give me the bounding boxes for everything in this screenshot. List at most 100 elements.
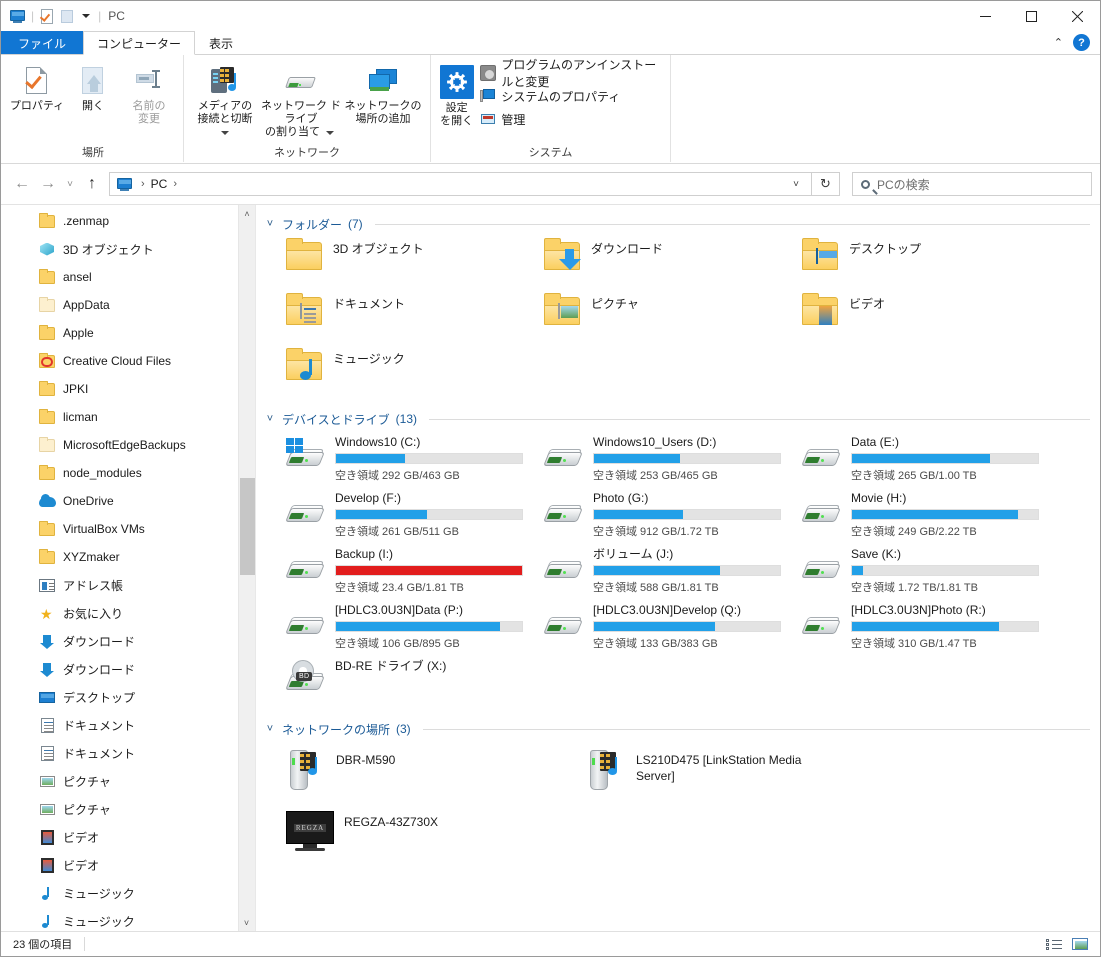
sidebar-item-19[interactable]: ドキュメント [1,739,255,767]
sidebar-item-22[interactable]: ビデオ [1,823,255,851]
media-connect-button[interactable]: メディアの 接続と切断 [190,59,260,139]
help-icon[interactable]: ? [1073,34,1090,51]
large-icons-view-button[interactable] [1068,934,1092,954]
system-properties-item[interactable]: システムのプロパティ [480,86,664,106]
drive-tile[interactable]: ボリューム (J:) 空き領域 588 GB/1.81 TB [522,542,781,598]
drive-tile[interactable]: Save (K:) 空き領域 1.72 TB/1.81 TB [780,542,1039,598]
drive-tile[interactable]: BD BD-RE ドライブ (X:) [264,654,522,710]
sidebar-item-3[interactable]: AppData [1,291,255,319]
refresh-button[interactable]: ↻ [812,172,840,196]
add-network-location-label-1: ネットワークの [344,100,422,112]
breadcrumb-bar[interactable]: › PC › ˅ [109,172,812,196]
folder-tile[interactable]: ダウンロード [522,235,780,290]
rename-button[interactable]: 名前の 変更 [121,59,177,126]
properties-icon[interactable] [39,8,56,25]
map-network-drive-button[interactable]: ネットワーク ドライブ の割り当て [260,59,342,139]
pc-icon[interactable] [9,8,26,25]
sidebar-item-2[interactable]: ansel [1,263,255,291]
group-header-network[interactable]: ˅ ネットワークの場所 (3) [264,718,1090,740]
open-button[interactable]: 開く [65,59,121,113]
group-header-drives[interactable]: ˅ デバイスとドライブ (13) [264,408,1090,430]
sidebar-item-6[interactable]: JPKI [1,375,255,403]
search-icon [861,179,870,189]
manage-item[interactable]: 管理 [480,109,664,129]
breadcrumb-pc[interactable]: PC [149,177,170,191]
sidebar-item-0[interactable]: .zenmap [1,207,255,235]
sidebar-item-16[interactable]: ダウンロード [1,655,255,683]
sidebar-item-17[interactable]: デスクトップ [1,683,255,711]
breadcrumb-separator-1[interactable]: › [137,178,149,190]
nav-scroll-down-button[interactable]: ˅ [239,914,254,931]
folder-tile[interactable]: デスクトップ [780,235,1038,290]
sidebar-item-7[interactable]: licman [1,403,255,431]
network-location-tile[interactable]: LS210D475 [LinkStation Media Server] [564,744,864,806]
sidebar-item-1[interactable]: 3D オブジェクト [1,235,255,263]
nav-scroll-thumb[interactable] [240,478,255,575]
nav-scroll-up-button[interactable]: ˄ [239,205,255,222]
dropdown-icon[interactable] [82,14,91,18]
drive-tile[interactable]: Windows10_Users (D:) 空き領域 253 GB/465 GB [522,430,781,486]
sidebar-item-20[interactable]: ピクチャ [1,767,255,795]
chevron-down-icon-3[interactable]: ˅ [264,723,276,735]
pc-icon[interactable] [116,176,133,193]
search-box[interactable]: PCの検索 [852,172,1092,196]
group-header-folders[interactable]: ˅ フォルダー (7) [264,213,1090,235]
maximize-button[interactable] [1008,1,1054,31]
details-view-button[interactable] [1042,934,1066,954]
sidebar-item-8[interactable]: MicrosoftEdgeBackups [1,431,255,459]
sidebar-item-10[interactable]: OneDrive [1,487,255,515]
drive-tile[interactable]: [HDLC3.0U3N]Data (P:) 空き領域 106 GB/895 GB [264,598,523,654]
folder-tile[interactable]: ミュージック [264,345,522,400]
sidebar-item-13[interactable]: アドレス帳 [1,571,255,599]
folder-tile[interactable]: ビデオ [780,290,1038,345]
sidebar-item-25[interactable]: ミュージック [1,907,255,931]
minimize-button[interactable] [962,1,1008,31]
sidebar-item-23[interactable]: ビデオ [1,851,255,879]
sidebar-item-11[interactable]: VirtualBox VMs [1,515,255,543]
drive-tile[interactable]: Data (E:) 空き領域 265 GB/1.00 TB [780,430,1039,486]
chevron-down-icon-2[interactable] [326,131,335,135]
sidebar-item-18[interactable]: ドキュメント [1,711,255,739]
uninstall-program-item[interactable]: プログラムのアンインストールと変更 [480,58,664,89]
sidebar-item-15[interactable]: ダウンロード [1,627,255,655]
chevron-down-icon-2[interactable]: ˅ [264,413,276,425]
tab-computer[interactable]: コンピューター [83,31,196,55]
tab-file[interactable]: ファイル [1,31,84,54]
back-button[interactable]: ← [9,171,35,197]
breadcrumb-separator-2[interactable]: › [169,178,181,190]
drive-tile[interactable]: Backup (I:) 空き領域 23.4 GB/1.81 TB [264,542,523,598]
folder-tile[interactable]: 3D オブジェクト [264,235,522,290]
sidebar-item-21[interactable]: ピクチャ [1,795,255,823]
collapse-ribbon-icon[interactable]: ⌃ [1054,36,1063,49]
chevron-down-icon[interactable] [221,131,229,135]
new-folder-icon[interactable] [59,8,76,25]
navigation-scrollbar[interactable]: ˄ ˅ [238,205,255,931]
forward-button[interactable]: → [35,171,61,197]
drive-tile[interactable]: [HDLC3.0U3N]Develop (Q:) 空き領域 133 GB/383 … [522,598,781,654]
sidebar-item-12[interactable]: XYZmaker [1,543,255,571]
close-button[interactable] [1054,1,1100,31]
network-location-tile[interactable]: DBR-M590 [264,744,564,806]
drive-tile[interactable]: Movie (H:) 空き領域 249 GB/2.22 TB [780,486,1039,542]
folder-tile[interactable]: ピクチャ [522,290,780,345]
network-location-tile[interactable]: REGZA REGZA-43Z730X [264,806,564,868]
properties-button[interactable]: プロパティ [9,59,65,113]
folder-tile[interactable]: ドキュメント [264,290,522,345]
drive-tile[interactable]: [HDLC3.0U3N]Photo (R:) 空き領域 310 GB/1.47 T… [780,598,1039,654]
tab-view[interactable]: 表示 [195,31,247,54]
drive-tile[interactable]: Photo (G:) 空き領域 912 GB/1.72 TB [522,486,781,542]
sidebar-item-5[interactable]: Creative Cloud Files [1,347,255,375]
sidebar-item-4[interactable]: Apple [1,319,255,347]
music-icon [39,913,56,930]
add-network-location-button[interactable]: ネットワークの 場所の追加 [342,59,424,126]
chevron-down-icon[interactable]: ˅ [264,218,276,230]
recent-locations-button[interactable]: ˅ [61,171,79,197]
breadcrumb-dropdown-icon[interactable]: ˅ [785,179,807,190]
up-button[interactable]: ↑ [79,171,105,197]
sidebar-item-9[interactable]: node_modules [1,459,255,487]
sidebar-item-24[interactable]: ミュージック [1,879,255,907]
open-settings-button[interactable]: 設定 を開く [437,59,476,128]
drive-tile[interactable]: Develop (F:) 空き領域 261 GB/511 GB [264,486,523,542]
sidebar-item-14[interactable]: ★ お気に入り [1,599,255,627]
drive-tile[interactable]: Windows10 (C:) 空き領域 292 GB/463 GB [264,430,523,486]
